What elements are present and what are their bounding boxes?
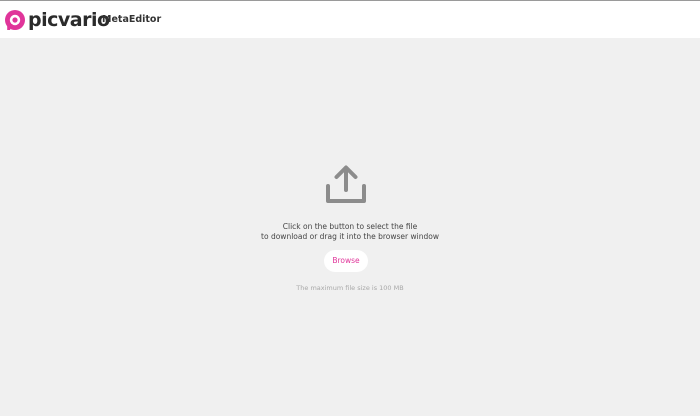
top-header: picvario MetaEditor (0, 0, 700, 38)
upload-instructions: Click on the button to select the file t… (200, 222, 500, 241)
picvario-logo[interactable]: picvario (5, 9, 110, 31)
logo-text: picvario (28, 9, 110, 31)
browse-button[interactable]: Browse (324, 250, 368, 272)
max-file-size-note: The maximum file size is 100 MB (296, 284, 404, 292)
upload-icon (326, 165, 366, 203)
instruction-line: Click on the button to select the file (282, 222, 418, 231)
upload-dropzone[interactable]: Click on the button to select the file t… (0, 38, 700, 416)
logo-mark-icon (5, 10, 25, 30)
app-name: MetaEditor (102, 14, 162, 25)
instruction-line: to download or drag it into the browser … (261, 231, 439, 241)
